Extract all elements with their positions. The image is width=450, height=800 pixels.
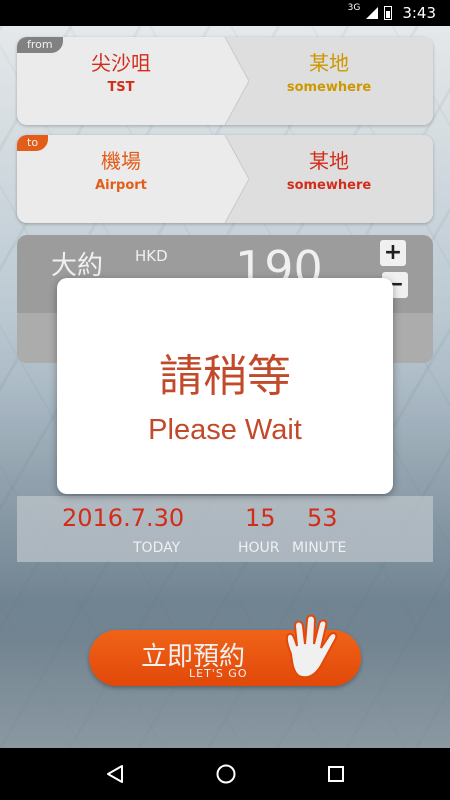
back-icon[interactable]	[104, 763, 126, 785]
home-icon[interactable]	[215, 763, 237, 785]
recents-icon[interactable]	[326, 764, 346, 784]
clock: 3:43	[402, 4, 436, 22]
dialog-title-zh: 請稍等	[159, 351, 291, 402]
navigation-bar	[0, 748, 450, 800]
network-type: 3G	[347, 3, 361, 13]
please-wait-dialog: 請稍等 Please Wait	[57, 278, 393, 494]
battery-icon	[384, 6, 393, 20]
status-bar: 3G 3:43	[0, 0, 450, 26]
dialog-title-en: Please Wait	[148, 414, 302, 446]
signal-icon	[366, 7, 379, 19]
